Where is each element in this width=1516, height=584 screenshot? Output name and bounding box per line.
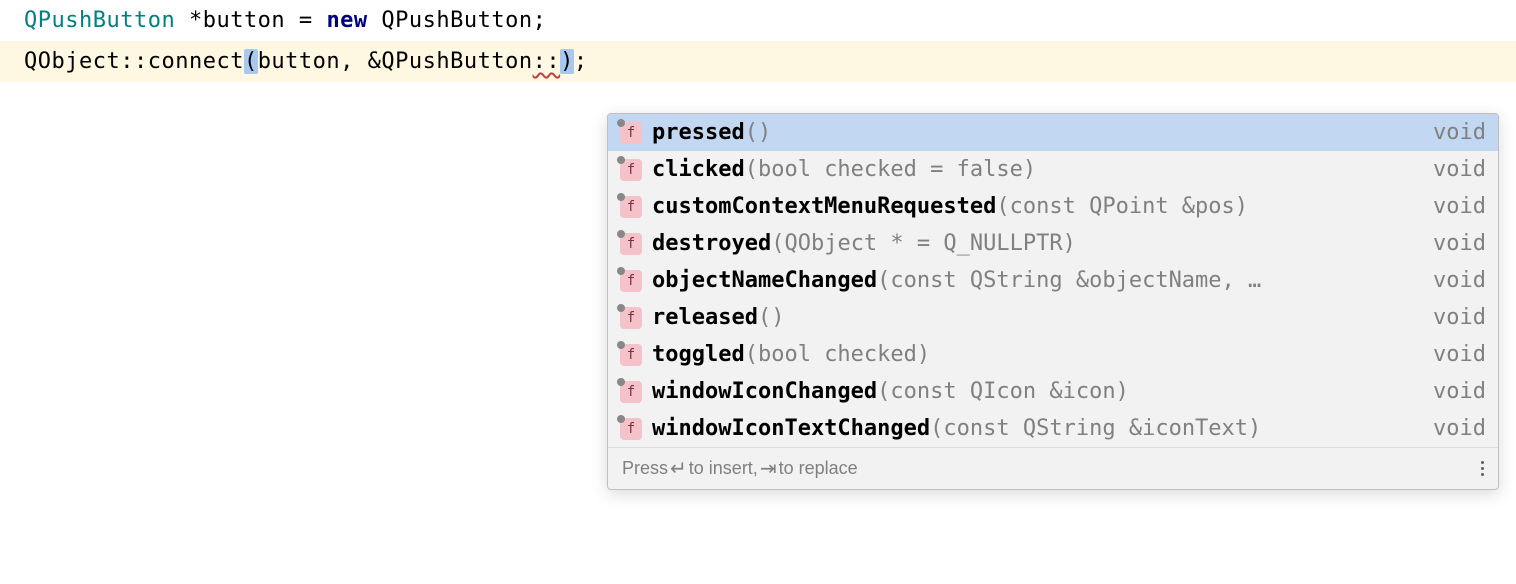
function-icon: f <box>620 307 642 329</box>
completion-name: windowIconChanged <box>652 379 877 404</box>
eq-token: = <box>285 8 326 33</box>
completion-return-type: void <box>1417 379 1486 404</box>
completion-item[interactable]: f destroyed(QObject * = Q_NULLPTR) void <box>608 225 1498 262</box>
connect-token: connect <box>148 49 244 74</box>
completion-item[interactable]: f released() void <box>608 299 1498 336</box>
completion-text: windowIconTextChanged(const QString &ico… <box>652 416 1486 441</box>
type-token: QPushButton <box>24 8 175 33</box>
completion-return-type: void <box>1417 231 1486 256</box>
rparen-token: ) <box>560 49 574 74</box>
more-options-icon[interactable] <box>1479 459 1486 478</box>
var-token: button <box>203 8 285 33</box>
function-icon: f <box>620 418 642 440</box>
completion-item[interactable]: f windowIconTextChanged(const QString &ic… <box>608 410 1498 447</box>
completion-return-type: void <box>1417 194 1486 219</box>
completion-params: (const QString &iconText) <box>930 416 1261 441</box>
completion-name: pressed <box>652 120 745 145</box>
type-token: QPushButton <box>368 8 533 33</box>
completion-list: fpressed()voidfclicked(bool checked = fa… <box>608 114 1498 447</box>
function-icon: f <box>620 344 642 366</box>
completion-text: customContextMenuRequested(const QPoint … <box>652 194 1486 219</box>
completion-popup[interactable]: fpressed()voidfclicked(bool checked = fa… <box>607 113 1499 490</box>
completion-footer: Press ↵ to insert, ⇥ to replace <box>608 447 1498 489</box>
completion-return-type: void <box>1417 305 1486 330</box>
completion-text: objectNameChanged(const QString &objectN… <box>652 268 1486 293</box>
footer-text: to replace <box>779 458 858 479</box>
enter-key-icon: ↵ <box>670 456 687 481</box>
completion-item[interactable]: f toggled(bool checked) void <box>608 336 1498 373</box>
semicolon-token: ; <box>533 8 547 33</box>
completion-name: toggled <box>652 342 745 367</box>
completion-return-type: void <box>1417 157 1486 182</box>
footer-text: to insert, <box>689 458 758 479</box>
function-icon: f <box>620 159 642 181</box>
function-icon: f <box>620 122 642 144</box>
completion-item[interactable]: f clicked(bool checked = false) void <box>608 151 1498 188</box>
star-token: * <box>175 8 203 33</box>
completion-params: (bool checked = false) <box>745 157 1036 182</box>
completion-return-type: void <box>1417 268 1486 293</box>
completion-text: pressed() void <box>652 120 1486 145</box>
completion-text: released() void <box>652 305 1486 330</box>
code-line-2[interactable]: QObject::connect(button, &QPushButton::)… <box>0 41 1516 82</box>
completion-return-type: void <box>1417 120 1486 145</box>
lparen-token: ( <box>244 49 258 74</box>
amp-token: & <box>368 49 382 74</box>
code-line-1[interactable]: QPushButton *button = new QPushButton; <box>0 0 1516 41</box>
comma-token: , <box>340 49 368 74</box>
function-icon: f <box>620 381 642 403</box>
footer-text: Press <box>622 458 668 479</box>
scope-token: :: <box>120 49 148 74</box>
completion-params: (const QPoint &pos) <box>996 194 1248 219</box>
semicolon-token: ; <box>574 49 588 74</box>
completion-name: destroyed <box>652 231 771 256</box>
completion-params: (const QString &objectName, … <box>877 268 1261 293</box>
completion-name: clicked <box>652 157 745 182</box>
completion-item[interactable]: f pressed() void <box>608 114 1498 151</box>
completion-text: toggled(bool checked) void <box>652 342 1486 367</box>
completion-item[interactable]: f windowIconChanged(const QIcon &icon) voi… <box>608 373 1498 410</box>
completion-params: (QObject * = Q_NULLPTR) <box>771 231 1076 256</box>
completion-params: (const QIcon &icon) <box>877 379 1129 404</box>
completion-params: () <box>745 120 772 145</box>
function-icon: f <box>620 270 642 292</box>
footer-hint: Press ↵ to insert, ⇥ to replace <box>622 456 858 481</box>
completion-item[interactable]: f objectNameChanged(const QString &object… <box>608 262 1498 299</box>
arg-token: button <box>258 49 340 74</box>
completion-name: objectNameChanged <box>652 268 877 293</box>
completion-text: clicked(bool checked = false) void <box>652 157 1486 182</box>
completion-text: windowIconChanged(const QIcon &icon) void <box>652 379 1486 404</box>
completion-return-type: void <box>1417 416 1486 441</box>
type-token: QPushButton <box>381 49 532 74</box>
function-icon: f <box>620 196 642 218</box>
new-keyword: new <box>326 8 367 33</box>
completion-return-type: void <box>1417 342 1486 367</box>
completion-params: () <box>758 305 785 330</box>
completion-name: released <box>652 305 758 330</box>
tab-key-icon: ⇥ <box>760 456 777 481</box>
scope-token: :: <box>533 49 561 74</box>
completion-item[interactable]: f customContextMenuRequested(const QPoint… <box>608 188 1498 225</box>
completion-params: (bool checked) <box>745 342 930 367</box>
code-editor[interactable]: QPushButton *button = new QPushButton; Q… <box>0 0 1516 82</box>
function-icon: f <box>620 233 642 255</box>
completion-name: customContextMenuRequested <box>652 194 996 219</box>
obj-token: QObject <box>24 49 120 74</box>
completion-name: windowIconTextChanged <box>652 416 930 441</box>
completion-text: destroyed(QObject * = Q_NULLPTR) void <box>652 231 1486 256</box>
